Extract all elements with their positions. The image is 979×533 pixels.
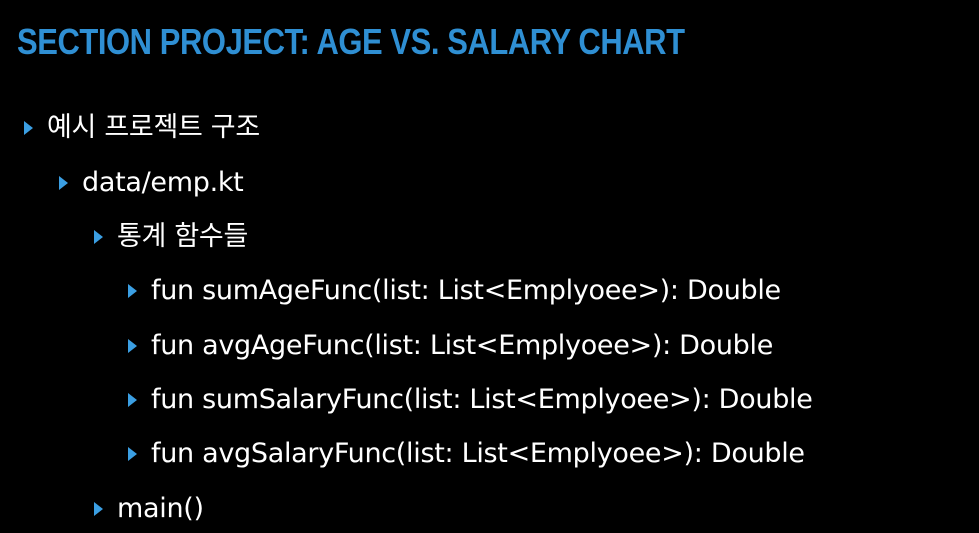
triangle-right-icon [128,447,137,461]
triangle-right-icon [128,339,137,353]
bullet-item: fun sumSalaryFunc(list: List<Emplyoee>):… [128,380,813,420]
triangle-right-icon [59,176,68,190]
bullet-item: fun sumAgeFunc(list: List<Emplyoee>): Do… [128,271,781,311]
triangle-right-icon [128,393,137,407]
bullet-item: fun avgSalaryFunc(list: List<Emplyoee>):… [128,434,805,474]
bullet-text: 통계 함수들 [117,221,248,252]
bullet-item: main() [94,489,204,529]
bullet-item: 통계 함수들 [94,217,248,257]
bullet-text: data/emp.kt [82,167,244,198]
bullet-text: main() [117,493,204,524]
bullet-text: fun sumAgeFunc(list: List<Emplyoee>): Do… [151,275,781,306]
bullet-text: fun avgAgeFunc(list: List<Emplyoee>): Do… [151,330,774,361]
triangle-right-icon [128,284,137,298]
triangle-right-icon [94,502,103,516]
bullet-item: fun avgAgeFunc(list: List<Emplyoee>): Do… [128,326,773,366]
bullet-item: 예시 프로젝트 구조 [24,108,260,148]
triangle-right-icon [94,230,103,244]
bullet-item: data/emp.kt [59,163,244,203]
bullet-text: fun sumSalaryFunc(list: List<Emplyoee>):… [151,384,813,415]
bullet-text: 예시 프로젝트 구조 [47,112,260,143]
triangle-right-icon [24,121,33,135]
bullet-text: fun avgSalaryFunc(list: List<Emplyoee>):… [151,438,805,469]
slide-title: SECTION PROJECT: AGE VS. SALARY CHART [17,21,685,62]
